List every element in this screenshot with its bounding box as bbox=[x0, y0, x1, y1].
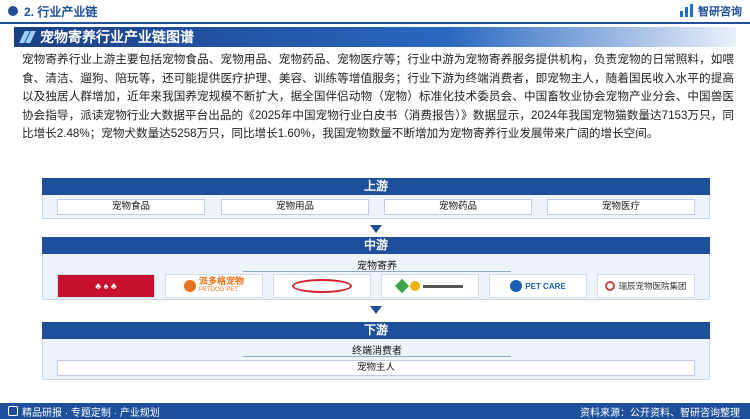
brand-logo: 瑞辰宠物医院集团 bbox=[597, 274, 695, 298]
midstream-sublabel: 宠物寄养 bbox=[357, 261, 397, 272]
divider bbox=[243, 271, 511, 272]
down-arrow-icon bbox=[370, 306, 382, 314]
title-banner: 宠物寄养行业产业链图谱 bbox=[14, 27, 736, 47]
brand-logo: ♣ ♠ ♣ bbox=[57, 274, 155, 298]
midstream-panel: 宠物寄养 ♣ ♠ ♣ 派多格宠物 PETDOG·PET PET CARE 瑞辰宠… bbox=[42, 254, 710, 300]
down-arrow-icon bbox=[370, 225, 382, 233]
page-title: 宠物寄养行业产业链图谱 bbox=[40, 29, 194, 45]
upstream-item: 宠物食品 bbox=[57, 199, 205, 215]
brand-logo-icon bbox=[680, 4, 694, 18]
top-bar: 2. 行业产业链 智研咨询 bbox=[0, 0, 750, 22]
brand-logo bbox=[273, 274, 371, 298]
brand-logo: PET CARE bbox=[489, 274, 587, 298]
petcare-logo-icon: PET CARE bbox=[490, 275, 586, 297]
upstream-item: 宠物医疗 bbox=[547, 199, 695, 215]
ruipeng-logo-icon: 瑞辰宠物医院集团 bbox=[598, 275, 694, 297]
upstream-header: 上游 bbox=[42, 178, 710, 195]
brand-name: 智研咨询 bbox=[698, 6, 742, 18]
downstream-item: 宠物主人 bbox=[57, 360, 695, 376]
brand-logo: 派多格宠物 PETDOG·PET bbox=[165, 274, 263, 298]
divider bbox=[243, 356, 511, 357]
footer-tagline: 精品研报 · 专题定制 · 产业规划 bbox=[22, 407, 160, 419]
upstream-panel: 宠物食品 宠物用品 宠物药品 宠物医疗 bbox=[42, 195, 710, 219]
brand[interactable]: 智研咨询 bbox=[680, 3, 742, 19]
section-title: 2. 行业产业链 bbox=[24, 4, 98, 19]
red-oval-logo-icon bbox=[274, 275, 370, 297]
downstream-sublabel: 终端消费者 bbox=[352, 346, 402, 357]
footer-source: 资料来源：公开资料、智研咨询整理 bbox=[580, 407, 740, 419]
colorful-logo-icon bbox=[382, 275, 478, 297]
midstream-header: 中游 bbox=[42, 237, 710, 254]
logo-row: ♣ ♠ ♣ 派多格宠物 PETDOG·PET PET CARE 瑞辰宠物医院集团 bbox=[57, 274, 697, 298]
red-brand-logo-icon: ♣ ♠ ♣ bbox=[58, 275, 154, 297]
report-icon bbox=[8, 406, 18, 416]
section-bullet-icon bbox=[8, 6, 18, 16]
upstream-item: 宠物用品 bbox=[221, 199, 369, 215]
brand-logo bbox=[381, 274, 479, 298]
footer-bar: 精品研报 · 专题定制 · 产业规划 资料来源：公开资料、智研咨询整理 bbox=[0, 403, 750, 419]
intro-paragraph: 宠物寄养行业上游主要包括宠物食品、宠物用品、宠物药品、宠物医疗等；行业中游为宠物… bbox=[22, 53, 734, 141]
upstream-item: 宠物药品 bbox=[384, 199, 532, 215]
header-divider bbox=[0, 22, 750, 24]
downstream-panel: 终端消费者 宠物主人 bbox=[42, 339, 710, 380]
petdog-logo-icon: 派多格宠物 PETDOG·PET bbox=[166, 275, 262, 297]
banner-stripes-icon bbox=[19, 31, 36, 43]
footer-left: 精品研报 · 专题定制 · 产业规划 bbox=[8, 404, 160, 419]
downstream-header: 下游 bbox=[42, 322, 710, 339]
